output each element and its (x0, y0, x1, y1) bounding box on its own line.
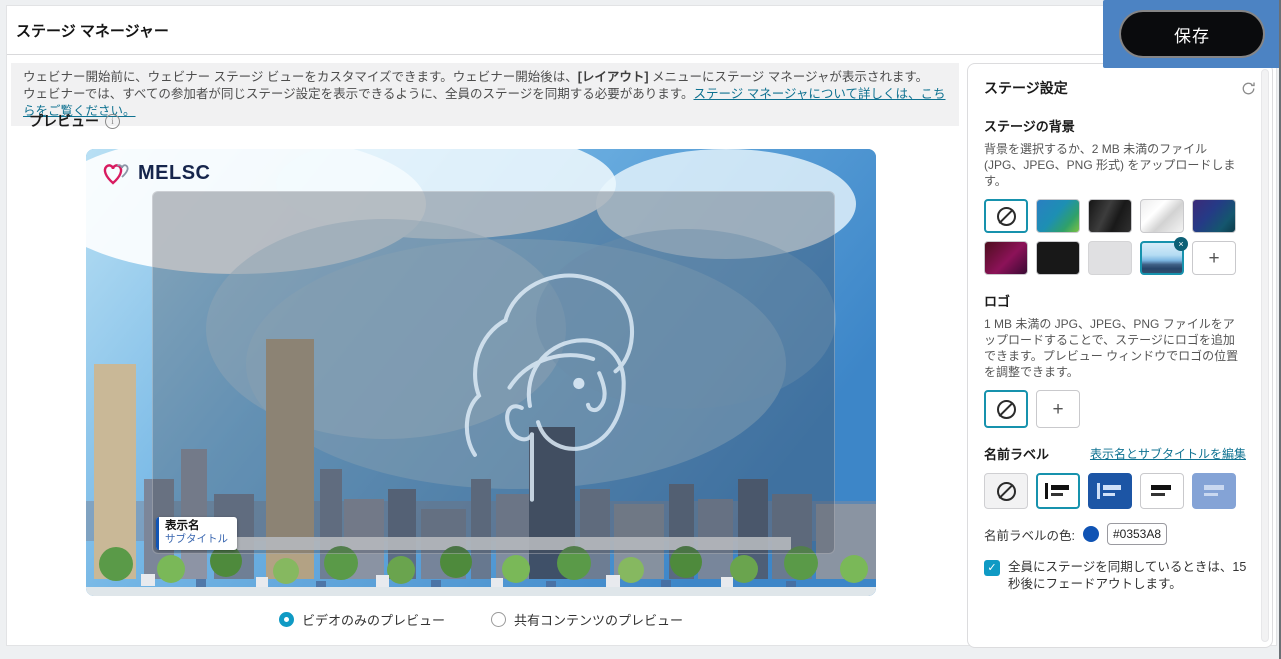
edit-display-name-link[interactable]: 表示名とサブタイトルを編集 (1090, 445, 1246, 462)
name-label-heading: 名前ラベル (984, 444, 1049, 463)
left-bar-label-icon (1045, 483, 1071, 499)
info-banner: ウェビナー開始前に、ウェビナー ステージ ビューをカスタマイズできます。ウェビナ… (11, 63, 959, 126)
stage-preview[interactable]: MELSC 表示名 サブタイトル (86, 149, 876, 596)
background-options-row-1 (984, 199, 1256, 233)
radio-unselected-icon[interactable] (491, 612, 506, 627)
prohibit-icon (997, 482, 1016, 501)
refresh-icon[interactable] (1241, 81, 1256, 96)
banner-line-2: ウェビナーでは、すべての参加者が同じステージ設定を表示できるように、全員のステー… (23, 86, 947, 120)
save-button[interactable]: 保存 (1119, 10, 1265, 58)
lines-label-icon (1149, 483, 1175, 499)
bg-option-black[interactable] (1036, 241, 1080, 275)
video-placeholder-area[interactable] (152, 191, 836, 554)
radio-shared-content[interactable]: 共有コンテンツのプレビュー (491, 610, 683, 629)
solid-label-icon (1201, 483, 1227, 499)
header: ステージ マネージャー (7, 6, 1276, 55)
sync-fadeout-row: ✓ 全員にステージを同期しているときは、15 秒後にフェードアウトします。 (984, 559, 1250, 593)
brand-logo: MELSC (102, 160, 211, 186)
background-options-row-2: × + (984, 241, 1256, 275)
stage-settings-panel: ステージ設定 ステージの背景 背景を選択するか、2 MB 未満のファイル (JP… (967, 63, 1273, 648)
color-swatch[interactable] (1083, 526, 1099, 542)
logo-heading: ロゴ (984, 291, 1256, 310)
stage-manager-window: ステージ マネージャー ウェビナー開始前に、ウェビナー ステージ ビューをカスタ… (6, 5, 1277, 646)
name-label-chip[interactable]: 表示名 サブタイトル (156, 517, 237, 550)
bg-option-light-gray[interactable] (1088, 241, 1132, 275)
checkbox-checked-icon[interactable]: ✓ (984, 560, 1000, 576)
nl-style-none[interactable] (984, 473, 1028, 509)
panel-scrollbar[interactable] (1261, 69, 1269, 642)
radio-selected-icon[interactable] (279, 612, 294, 627)
name-label-color-row: 名前ラベルの色: (984, 523, 1256, 545)
logo-description: 1 MB 未満の JPG、JPEG、PNG ファイルをアップロードすることで、ス… (984, 316, 1246, 380)
left-bar-blue-label-icon (1097, 483, 1123, 499)
background-heading: ステージの背景 (984, 116, 1256, 135)
bg-option-light-silk[interactable] (1140, 199, 1184, 233)
subtitle-text: サブタイトル (165, 533, 228, 546)
bg-option-none[interactable] (984, 199, 1028, 233)
prohibit-icon (997, 400, 1016, 419)
logo-option-none[interactable] (984, 390, 1028, 428)
radio-video-only-label: ビデオのみのプレビュー (302, 610, 445, 629)
nl-style-solid-light-blue[interactable] (1192, 473, 1236, 509)
preview-mode-radios: ビデオのみのプレビュー 共有コンテンツのプレビュー (86, 610, 876, 629)
page-title: ステージ マネージャー (16, 20, 169, 41)
info-icon[interactable]: i (105, 114, 120, 129)
preview-heading: プレビュー i (29, 111, 120, 131)
background-description: 背景を選択するか、2 MB 未満のファイル (JPG、JPEG、PNG 形式) … (984, 141, 1246, 189)
color-hex-input[interactable] (1107, 523, 1167, 545)
bg-upload-button[interactable]: + (1192, 241, 1236, 275)
bg-option-blue-green-gradient[interactable] (1036, 199, 1080, 233)
remove-background-icon[interactable]: × (1174, 237, 1188, 251)
bg-option-city-skyline[interactable]: × (1140, 241, 1184, 275)
banner-line-1: ウェビナー開始前に、ウェビナー ステージ ビューをカスタマイズできます。ウェビナ… (23, 69, 947, 86)
bg-option-magenta-gradient[interactable] (984, 241, 1028, 275)
save-button-highlight: 保存 (1103, 0, 1281, 68)
logo-upload-button[interactable]: + (1036, 390, 1080, 428)
layout-menu-ref: [レイアウト] (578, 70, 649, 84)
plus-icon: + (1208, 249, 1219, 268)
melsc-heart-icon (102, 160, 132, 186)
nl-style-left-bar-blue[interactable] (1088, 473, 1132, 509)
brand-name: MELSC (138, 162, 211, 185)
nl-style-lines-light[interactable] (1140, 473, 1184, 509)
nl-style-left-bar-light[interactable] (1036, 473, 1080, 509)
radio-video-only[interactable]: ビデオのみのプレビュー (279, 610, 445, 629)
radio-shared-content-label: 共有コンテンツのプレビュー (514, 610, 683, 629)
name-label-style-row (984, 473, 1256, 509)
logo-options-row: + (984, 390, 1256, 428)
prohibit-icon (997, 207, 1016, 226)
settings-title: ステージ設定 (984, 78, 1068, 98)
bg-option-navy-purple-gradient[interactable] (1192, 199, 1236, 233)
bg-option-dark-wave[interactable] (1088, 199, 1132, 233)
face-placeholder-icon (453, 253, 668, 518)
sync-fadeout-label: 全員にステージを同期しているときは、15 秒後にフェードアウトします。 (1008, 559, 1250, 593)
plus-icon: + (1052, 400, 1063, 419)
display-name-text: 表示名 (165, 520, 228, 533)
name-label-color-label: 名前ラベルの色: (984, 525, 1075, 544)
